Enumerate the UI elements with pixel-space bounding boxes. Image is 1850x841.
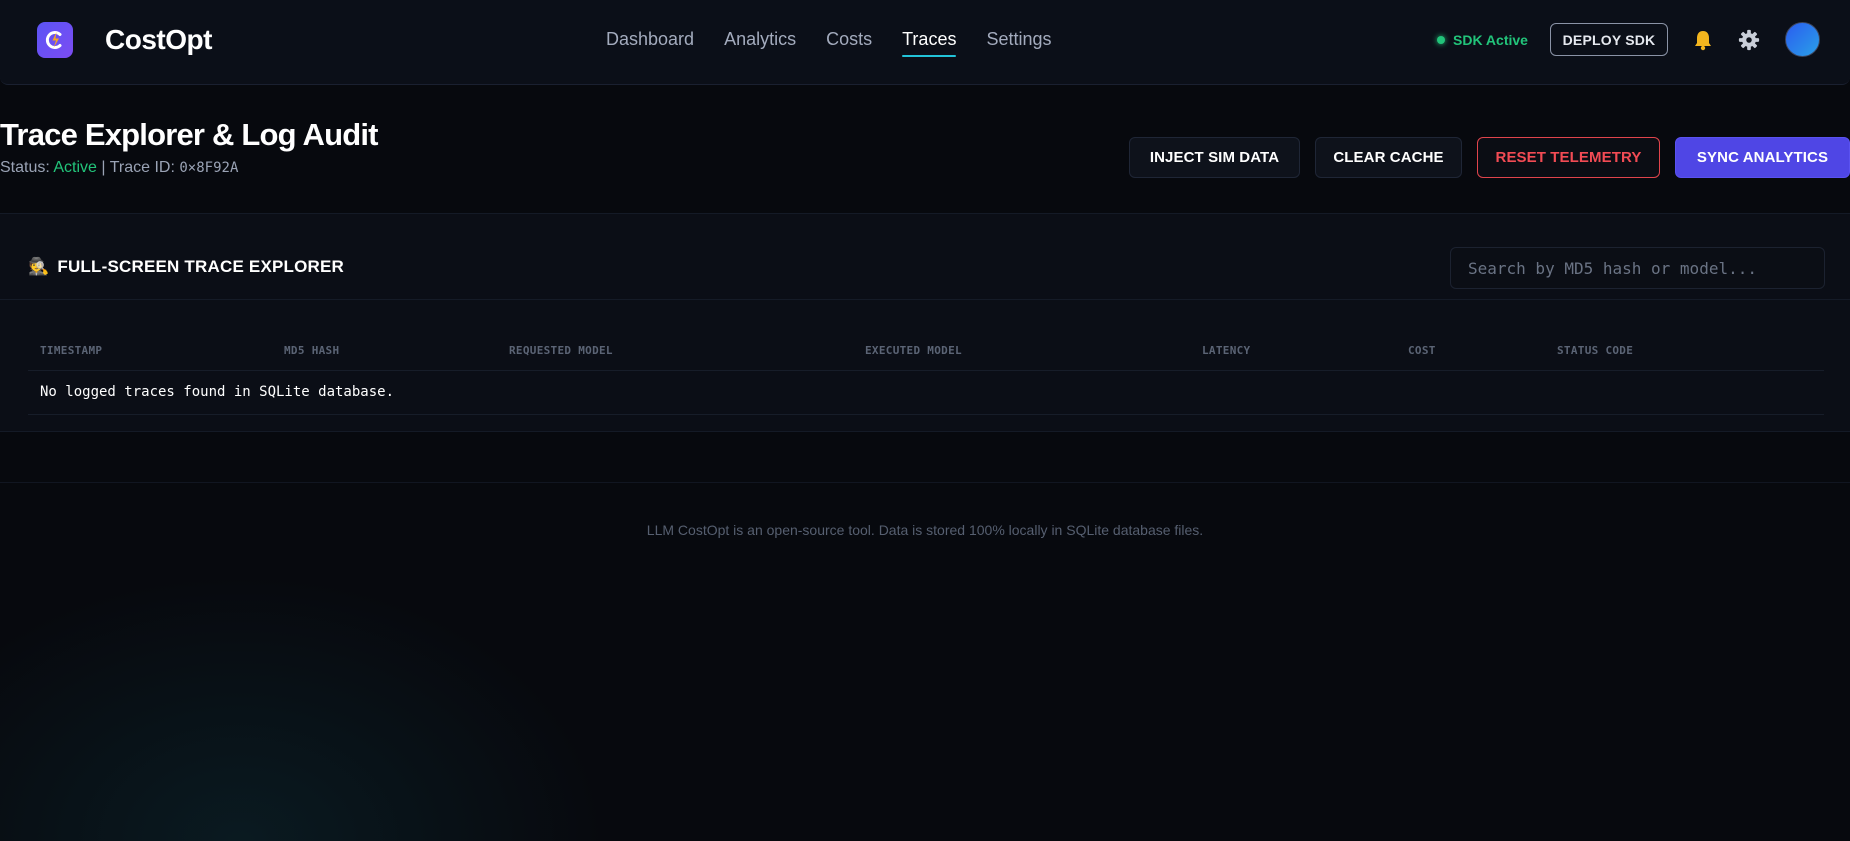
column-header-executed-model[interactable]: EXECUTED MODEL (853, 332, 1190, 371)
sync-analytics-button[interactable]: SYNC ANALYTICS (1675, 137, 1850, 178)
column-header-latency[interactable]: LATENCY (1190, 332, 1396, 371)
deploy-sdk-button[interactable]: DEPLOY SDK (1550, 23, 1668, 56)
gear-icon[interactable] (1738, 29, 1760, 51)
nav-link-analytics[interactable]: Analytics (724, 26, 796, 56)
trace-id-label: Trace ID: (109, 159, 175, 176)
status-label: Status: (0, 159, 50, 176)
column-header-md5-hash[interactable]: MD5 HASH (272, 332, 497, 371)
nav-link-settings[interactable]: Settings (986, 26, 1051, 56)
column-header-requested-model[interactable]: REQUESTED MODEL (497, 332, 853, 371)
footer-text: LLM CostOpt is an open-source tool. Data… (646, 522, 1204, 538)
status-value: Active (53, 159, 97, 176)
panel-title-label: FULL-SCREEN TRACE EXPLORER (57, 257, 345, 276)
main-nav: Dashboard Analytics Costs Traces Setting… (606, 26, 1052, 57)
column-header-timestamp[interactable]: TIMESTAMP (28, 332, 272, 371)
sdk-status-indicator: SDK Active (1437, 29, 1528, 51)
reset-telemetry-button[interactable]: RESET TELEMETRY (1477, 137, 1660, 178)
status-separator: | (101, 159, 106, 176)
sdk-status-label: SDK Active (1453, 32, 1528, 48)
user-avatar[interactable] (1785, 22, 1820, 57)
top-navbar: CostOpt Dashboard Analytics Costs Traces… (0, 0, 1850, 85)
panel-title: 🕵 FULL-SCREEN TRACE EXPLORER (28, 257, 344, 277)
nav-link-dashboard[interactable]: Dashboard (606, 26, 694, 56)
table-row-empty: No logged traces found in SQLite databas… (28, 370, 1824, 415)
status-dot-icon (1437, 36, 1445, 44)
trace-id-value: 0×8F92A (179, 160, 239, 176)
trace-explorer-panel: 🕵 FULL-SCREEN TRACE EXPLORER TIMESTAMP M… (0, 213, 1850, 432)
nav-link-costs[interactable]: Costs (826, 26, 872, 56)
table-header-row: TIMESTAMP MD5 HASH REQUESTED MODEL EXECU… (28, 332, 1824, 371)
empty-table-message: No logged traces found in SQLite databas… (28, 370, 1824, 415)
panel-divider (0, 299, 1850, 300)
nav-link-traces[interactable]: Traces (902, 26, 957, 57)
clear-cache-button[interactable]: CLEAR CACHE (1315, 137, 1462, 178)
trace-search-input[interactable] (1450, 247, 1825, 289)
column-header-status-code[interactable]: STATUS CODE (1545, 332, 1824, 371)
trace-table: TIMESTAMP MD5 HASH REQUESTED MODEL EXECU… (28, 332, 1824, 415)
page-status-line: Status: Active | Trace ID: 0×8F92A (0, 158, 238, 178)
column-header-cost[interactable]: COST (1396, 332, 1545, 371)
costopt-logo-icon[interactable] (37, 22, 73, 58)
detective-icon: 🕵 (28, 257, 50, 276)
page-title: Trace Explorer & Log Audit (0, 117, 378, 152)
brand-name[interactable]: CostOpt (105, 22, 212, 58)
footer-divider (0, 482, 1850, 483)
inject-sim-data-button[interactable]: INJECT SIM DATA (1129, 137, 1300, 178)
bell-icon[interactable] (1693, 29, 1713, 51)
